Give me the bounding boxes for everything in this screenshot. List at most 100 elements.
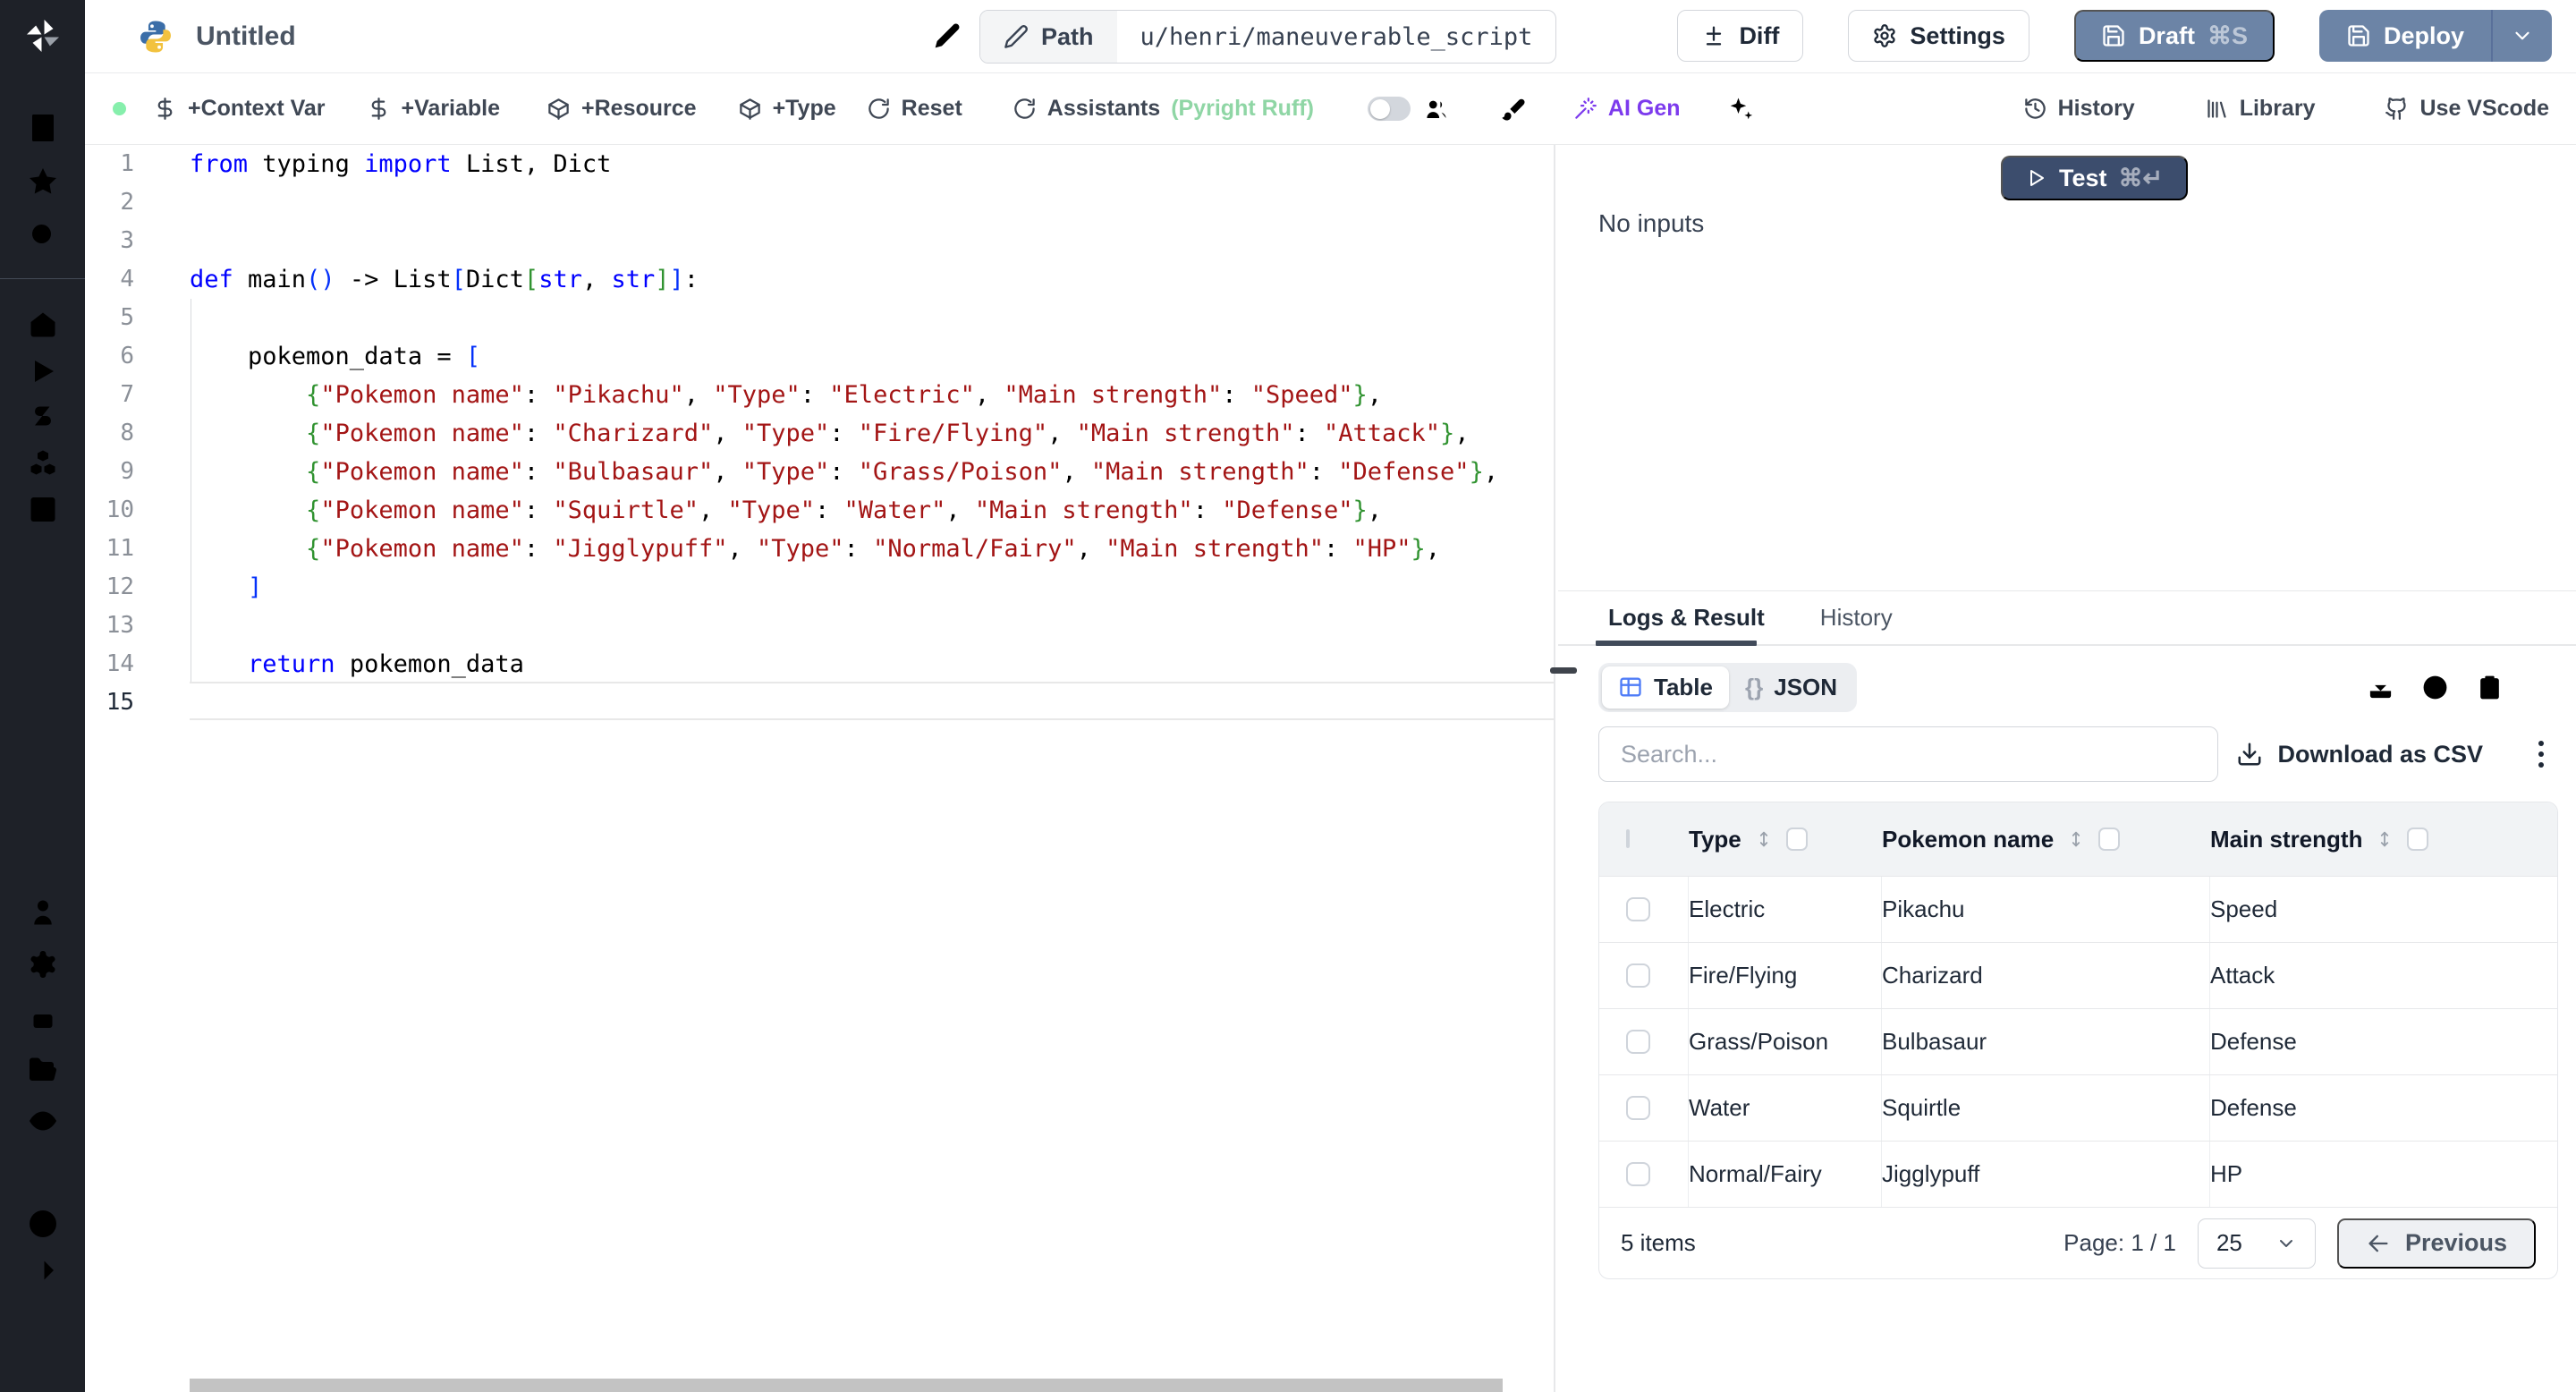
- resources-boxes-icon[interactable]: [27, 446, 59, 479]
- code-line[interactable]: from typing import List, Dict: [190, 145, 1554, 183]
- edit-title-pencil-icon[interactable]: [933, 21, 962, 50]
- path-value[interactable]: u/henri/maneuverable_script: [1117, 11, 1556, 63]
- schedules-calendar-icon[interactable]: [27, 492, 59, 524]
- reset-button[interactable]: Reset: [867, 96, 962, 122]
- tab-logs-result[interactable]: Logs & Result: [1608, 604, 1765, 632]
- view-json-button[interactable]: {} JSON: [1729, 666, 1853, 709]
- column-filter-box[interactable]: [2098, 828, 2121, 851]
- column-filter-box[interactable]: [1785, 828, 1808, 851]
- users-icon[interactable]: [1423, 96, 1450, 123]
- code-line[interactable]: pokemon_data = [: [190, 337, 1554, 376]
- code-editor[interactable]: 1 2 3 4 5 6 7 8 9 10 11 12 13 14 15 from typing import…: [85, 145, 1554, 1392]
- reset-label: Reset: [901, 96, 962, 121]
- page-size-select[interactable]: 25: [2197, 1218, 2316, 1269]
- download-csv-label: Download as CSV: [2277, 740, 2483, 768]
- path-button[interactable]: Path: [980, 11, 1117, 63]
- previous-page-button[interactable]: Previous: [2336, 1218, 2536, 1269]
- ai-bot-icon[interactable]: [27, 1004, 59, 1036]
- table-row[interactable]: Grass/Poison Bulbasaur Defense: [1599, 1008, 2557, 1074]
- add-context-var-button[interactable]: +Context Var: [153, 96, 326, 122]
- code-line[interactable]: [190, 299, 1554, 337]
- expand-sidebar-arrow-icon[interactable]: [27, 1254, 59, 1286]
- row-checkbox[interactable]: [1626, 963, 1650, 988]
- code-line[interactable]: {"Pokemon name": "Pikachu", "Type": "Ele…: [190, 376, 1554, 414]
- horizontal-scrollbar[interactable]: [190, 1379, 1503, 1392]
- format-brush-icon[interactable]: [1500, 96, 1527, 123]
- windmill-logo-icon[interactable]: [22, 15, 64, 56]
- code-line[interactable]: [190, 683, 1554, 722]
- test-button[interactable]: Test ⌘↵: [2001, 156, 2189, 200]
- code-line[interactable]: [190, 183, 1554, 222]
- view-mode-segmented: Table {} JSON: [1598, 662, 1858, 712]
- info-icon[interactable]: [2421, 674, 2449, 701]
- code-line[interactable]: [190, 607, 1554, 645]
- code-line[interactable]: def main() -> List[Dict[str, str]]:: [190, 260, 1554, 299]
- workspace-building-icon[interactable]: [27, 112, 59, 144]
- table-search-input[interactable]: [1598, 726, 2218, 782]
- code-line[interactable]: {"Pokemon name": "Squirtle", "Type": "Wa…: [190, 491, 1554, 530]
- code-line[interactable]: {"Pokemon name": "Charizard", "Type": "F…: [190, 414, 1554, 453]
- home-icon[interactable]: [27, 309, 59, 341]
- diff-button[interactable]: Diff: [1677, 10, 1804, 62]
- select-all-checkbox[interactable]: [1626, 829, 1630, 848]
- favorites-star-icon[interactable]: [27, 166, 59, 198]
- add-type-button[interactable]: +Type: [738, 96, 836, 122]
- variables-dollar-icon[interactable]: [27, 400, 59, 432]
- results-action-icons: [2367, 674, 2558, 701]
- audit-eye-icon[interactable]: [27, 1105, 59, 1137]
- column-header: Main strength: [2210, 826, 2557, 853]
- column-filter-box[interactable]: [2407, 828, 2429, 851]
- tab-history[interactable]: History: [1820, 604, 1893, 632]
- row-checkbox[interactable]: [1626, 1030, 1650, 1054]
- copy-clipboard-icon[interactable]: [2476, 674, 2504, 701]
- settings-button[interactable]: Settings: [1848, 10, 2029, 62]
- library-button[interactable]: Library: [2205, 96, 2315, 122]
- code-line[interactable]: ]: [190, 568, 1554, 607]
- runs-play-icon[interactable]: [27, 355, 59, 387]
- code-line[interactable]: {"Pokemon name": "Jigglypuff", "Type": "…: [190, 530, 1554, 568]
- rotate-icon: [1014, 98, 1035, 119]
- sort-icon[interactable]: [1754, 828, 1774, 851]
- table-cell: Defense: [2210, 1094, 2297, 1121]
- code-line[interactable]: return pokemon_data: [190, 645, 1554, 683]
- pane-splitter-grip[interactable]: [1550, 667, 1577, 674]
- table-row[interactable]: Normal/Fairy Jigglypuff HP: [1599, 1141, 2557, 1207]
- view-table-button[interactable]: Table: [1602, 666, 1729, 709]
- row-checkbox[interactable]: [1626, 1096, 1650, 1120]
- row-checkbox[interactable]: [1626, 897, 1650, 921]
- deploy-button[interactable]: Deploy: [2319, 10, 2491, 62]
- diff-label: Diff: [1739, 21, 1780, 49]
- code-line[interactable]: [190, 222, 1554, 260]
- assistants-button[interactable]: Assistants (Pyright Ruff): [1013, 96, 1314, 122]
- line-number: 5: [120, 304, 134, 331]
- table-menu-kebab-icon[interactable]: [2538, 741, 2544, 768]
- code-line[interactable]: {"Pokemon name": "Bulbasaur", "Type": "G…: [190, 453, 1554, 491]
- table-row[interactable]: Water Squirtle Defense: [1599, 1074, 2557, 1141]
- expand-icon[interactable]: [2530, 674, 2558, 701]
- user-icon[interactable]: [27, 896, 59, 929]
- sort-icon[interactable]: [2066, 828, 2086, 851]
- add-resource-button[interactable]: +Resource: [547, 96, 697, 122]
- help-icon[interactable]: [27, 1208, 59, 1240]
- table-cell: Attack: [2210, 962, 2275, 989]
- deploy-dropdown-button[interactable]: [2491, 10, 2552, 62]
- download-result-icon[interactable]: [2367, 674, 2394, 701]
- use-vscode-button[interactable]: Use VScode: [2385, 96, 2549, 122]
- table-row[interactable]: Electric Pikachu Speed: [1599, 876, 2557, 942]
- pane-splitter[interactable]: [1554, 145, 1555, 1392]
- download-csv-button[interactable]: Download as CSV: [2236, 741, 2483, 768]
- github-cat-icon: [2385, 98, 2407, 120]
- multiplayer-toggle[interactable]: [1367, 97, 1411, 121]
- settings-gear-icon[interactable]: [27, 948, 59, 980]
- sort-icon[interactable]: [2375, 828, 2394, 851]
- add-variable-button[interactable]: +Variable: [367, 96, 500, 122]
- draft-button[interactable]: Draft ⌘S: [2073, 10, 2275, 62]
- search-icon[interactable]: [27, 219, 59, 251]
- ai-gen-button[interactable]: AI Gen: [1573, 96, 1681, 122]
- row-checkbox[interactable]: [1626, 1162, 1650, 1186]
- folders-icon[interactable]: [27, 1054, 59, 1086]
- sparkles-icon[interactable]: [1727, 96, 1754, 123]
- history-button[interactable]: History: [2023, 96, 2135, 122]
- code-content[interactable]: from typing import List, Dict def main() …: [190, 145, 1554, 722]
- table-row[interactable]: Fire/Flying Charizard Attack: [1599, 942, 2557, 1008]
